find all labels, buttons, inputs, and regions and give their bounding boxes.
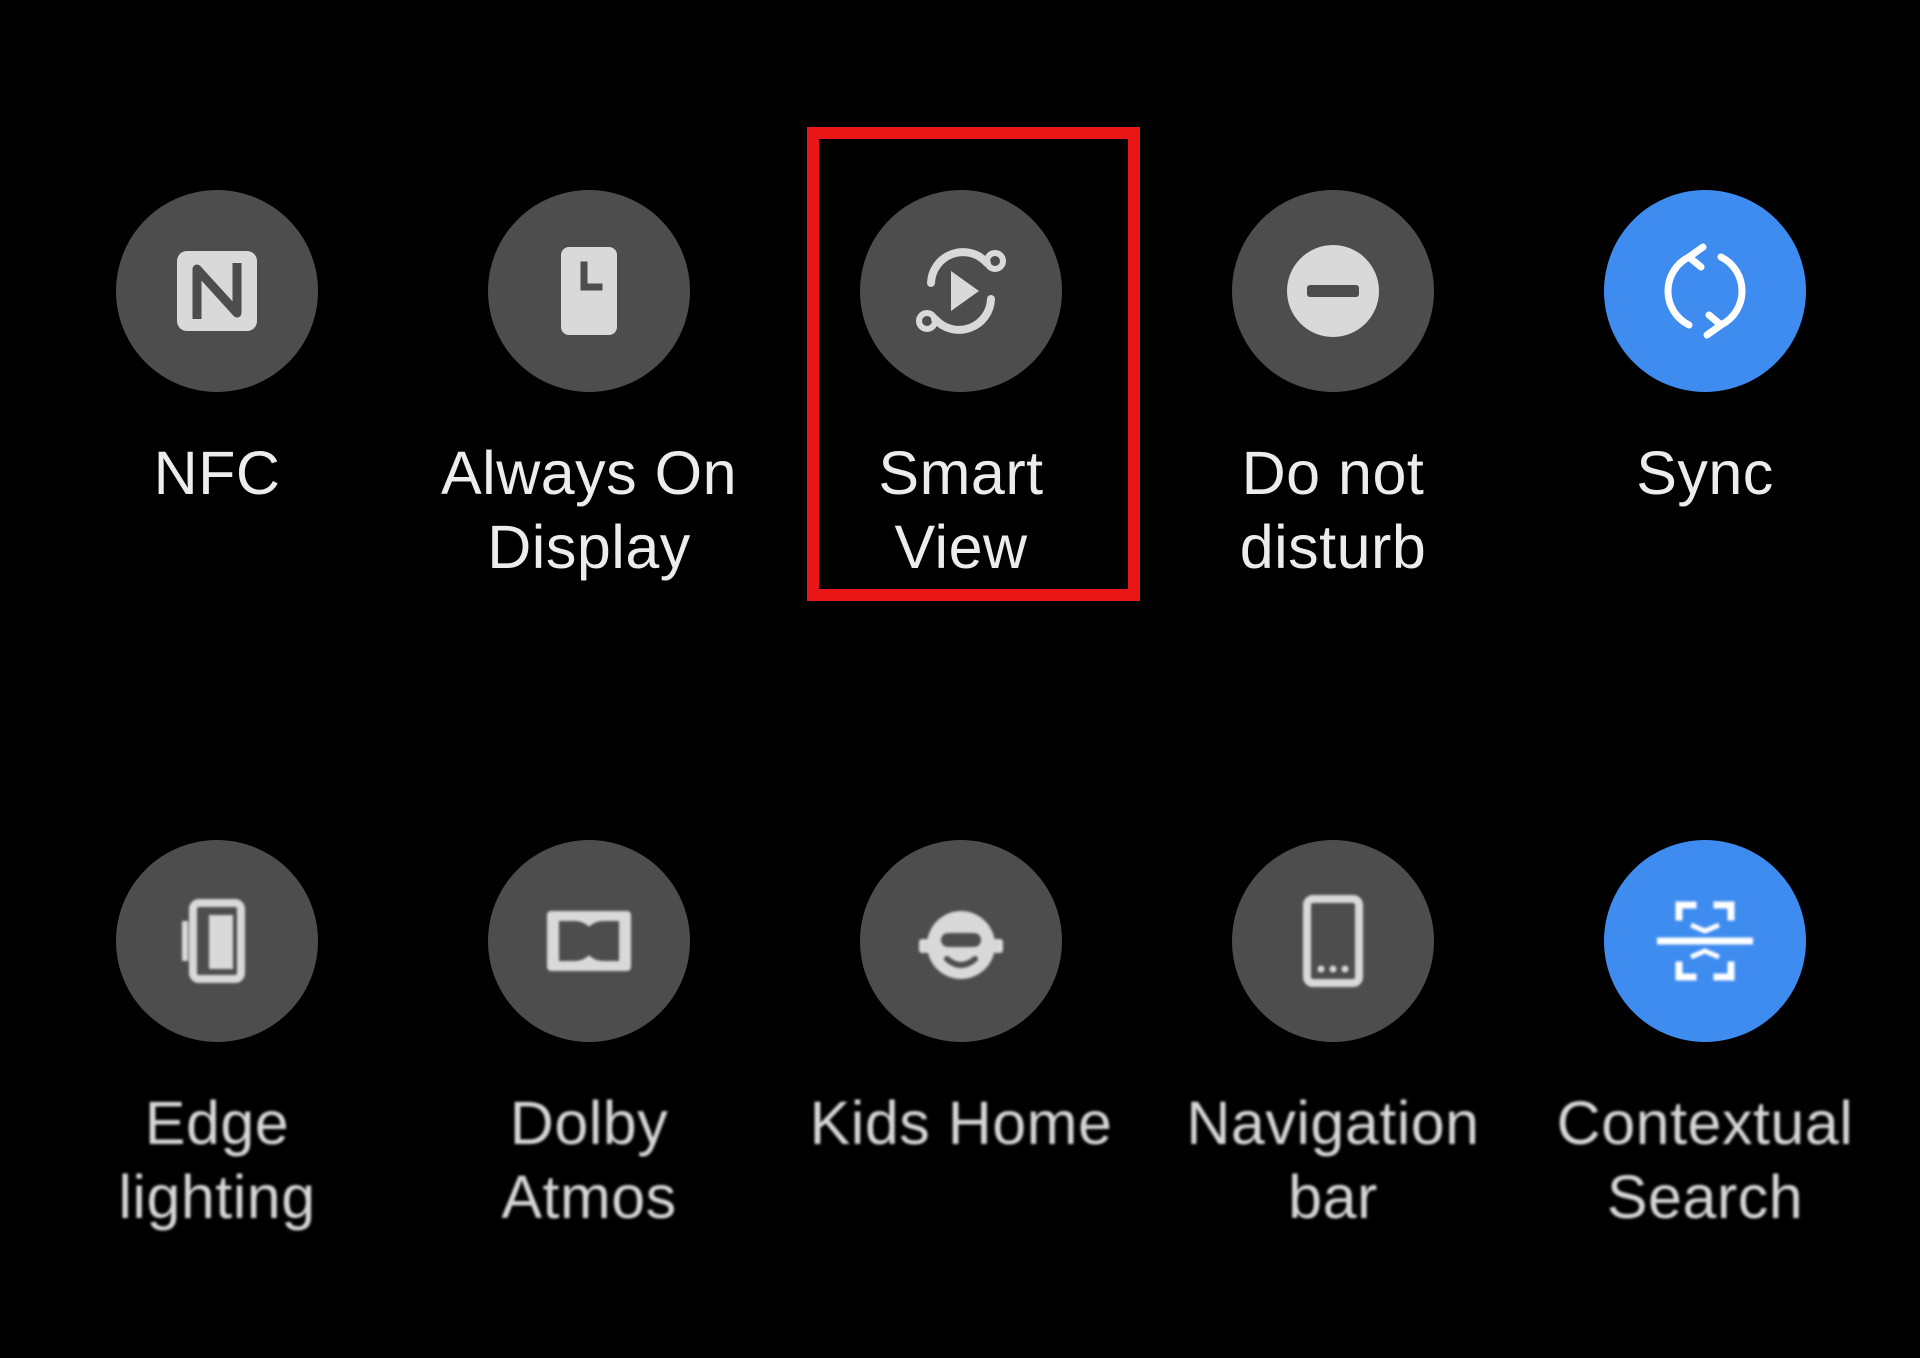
tile-nfc[interactable]: NFC: [31, 190, 403, 630]
tile-sync[interactable]: Sync: [1519, 190, 1891, 630]
tile-label: Always On Display: [440, 439, 738, 581]
dolby-atmos-toggle[interactable]: [488, 840, 690, 1042]
do-not-disturb-icon: [1287, 245, 1379, 337]
tile-do-not-disturb[interactable]: Do not disturb: [1147, 190, 1519, 630]
tile-label: Contextual Search: [1556, 1089, 1854, 1231]
do-not-disturb-toggle[interactable]: [1232, 190, 1434, 392]
smart-view-toggle[interactable]: [860, 190, 1062, 392]
tile-kids-home[interactable]: Kids Home: [775, 840, 1147, 1280]
navigation-bar-toggle[interactable]: [1232, 840, 1434, 1042]
tile-label: Smart View: [878, 439, 1044, 581]
dolby-atmos-icon: [547, 911, 631, 971]
quick-settings-panel: NFC Always On Display Smart View Do not …: [0, 0, 1920, 1358]
tile-edge-lighting[interactable]: Edge lighting: [31, 840, 403, 1280]
contextual-search-icon: [1657, 901, 1753, 981]
sync-toggle[interactable]: [1604, 190, 1806, 392]
nfc-toggle[interactable]: [116, 190, 318, 392]
always-on-display-icon: [561, 247, 617, 335]
contextual-search-toggle[interactable]: [1604, 840, 1806, 1042]
tile-navigation-bar[interactable]: Navigation bar: [1147, 840, 1519, 1280]
tile-label: Sync: [1636, 439, 1774, 507]
tile-label: Edge lighting: [118, 1089, 316, 1231]
kids-home-toggle[interactable]: [860, 840, 1062, 1042]
always-on-display-toggle[interactable]: [488, 190, 690, 392]
smart-view-icon: [916, 248, 1006, 334]
tile-dolby-atmos[interactable]: Dolby Atmos: [403, 840, 775, 1280]
tile-label: Dolby Atmos: [501, 1089, 677, 1231]
tile-smart-view[interactable]: Smart View: [775, 190, 1147, 630]
tile-label: Kids Home: [809, 1089, 1113, 1157]
sync-icon: [1664, 243, 1746, 339]
tile-label: Navigation bar: [1186, 1089, 1480, 1231]
tile-always-on-display[interactable]: Always On Display: [403, 190, 775, 630]
tile-contextual-search[interactable]: Contextual Search: [1519, 840, 1891, 1280]
navigation-bar-icon: [1303, 895, 1363, 987]
kids-home-icon: [919, 911, 1003, 979]
tile-label: NFC: [153, 439, 281, 507]
edge-lighting-icon: [182, 899, 245, 983]
nfc-icon: [177, 251, 257, 331]
edge-lighting-toggle[interactable]: [116, 840, 318, 1042]
tile-label: Do not disturb: [1239, 439, 1427, 581]
